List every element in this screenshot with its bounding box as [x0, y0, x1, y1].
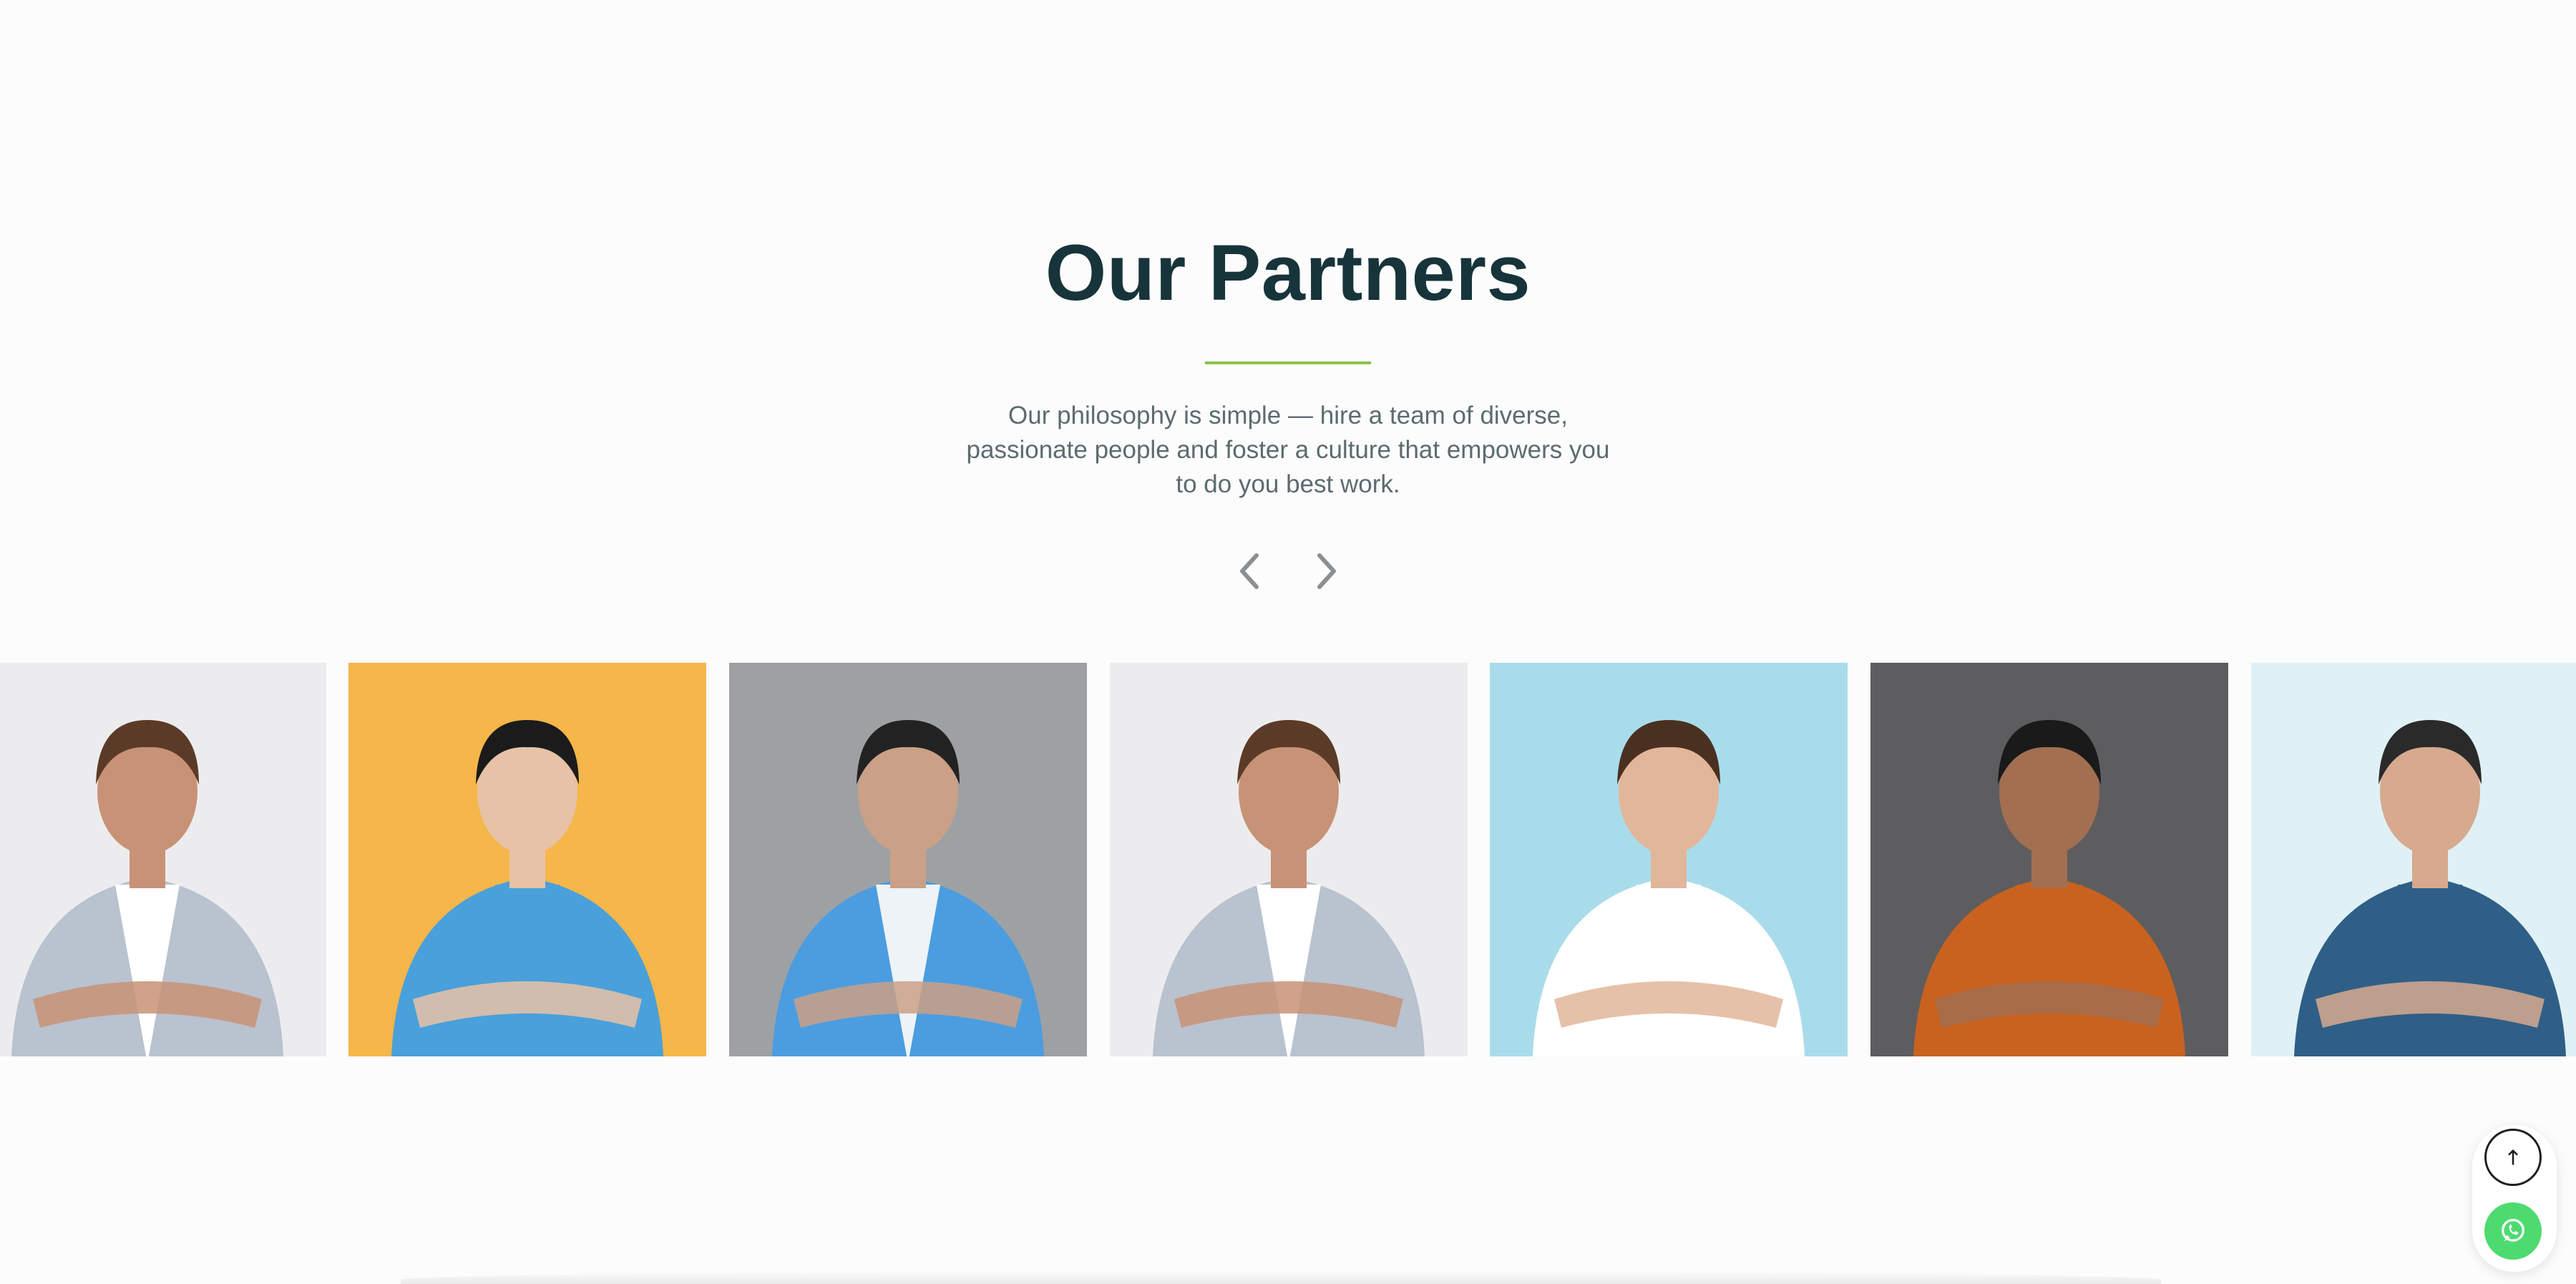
- footer-shadow: [401, 1271, 2161, 1284]
- partner-photo: [348, 663, 706, 1056]
- title-underline: [1205, 361, 1371, 364]
- partner-photo: [1110, 663, 1468, 1056]
- partner-card: [0, 663, 326, 1056]
- arrow-up-icon: [2508, 1149, 2518, 1165]
- partner-photo: [1490, 663, 1848, 1056]
- whatsapp-button[interactable]: [2484, 1202, 2542, 1260]
- partner-photo: [729, 663, 1087, 1056]
- partner-card: [1490, 663, 1848, 1056]
- whatsapp-icon: [2502, 1218, 2524, 1242]
- chevron-left-icon: [1240, 553, 1259, 589]
- partners-section: Our Partners Our philosophy is simple — …: [0, 0, 2576, 1284]
- section-title: Our Partners: [1045, 229, 1531, 317]
- partner-photo: [1870, 663, 2228, 1056]
- chevron-right-icon: [1317, 553, 1336, 589]
- partner-photo: [2251, 663, 2576, 1056]
- partner-card: [1110, 663, 1468, 1056]
- scroll-to-top-button[interactable]: [2484, 1129, 2542, 1186]
- section-subtitle: Our philosophy is simple — hire a team o…: [966, 402, 1610, 498]
- partner-photo: [0, 663, 326, 1056]
- partner-card: [348, 663, 706, 1056]
- partner-card: [729, 663, 1087, 1056]
- carousel-prev-button[interactable]: [1224, 544, 1278, 598]
- partner-card: [1870, 663, 2228, 1056]
- partner-card: [2251, 663, 2576, 1056]
- carousel-next-button[interactable]: [1298, 544, 1352, 598]
